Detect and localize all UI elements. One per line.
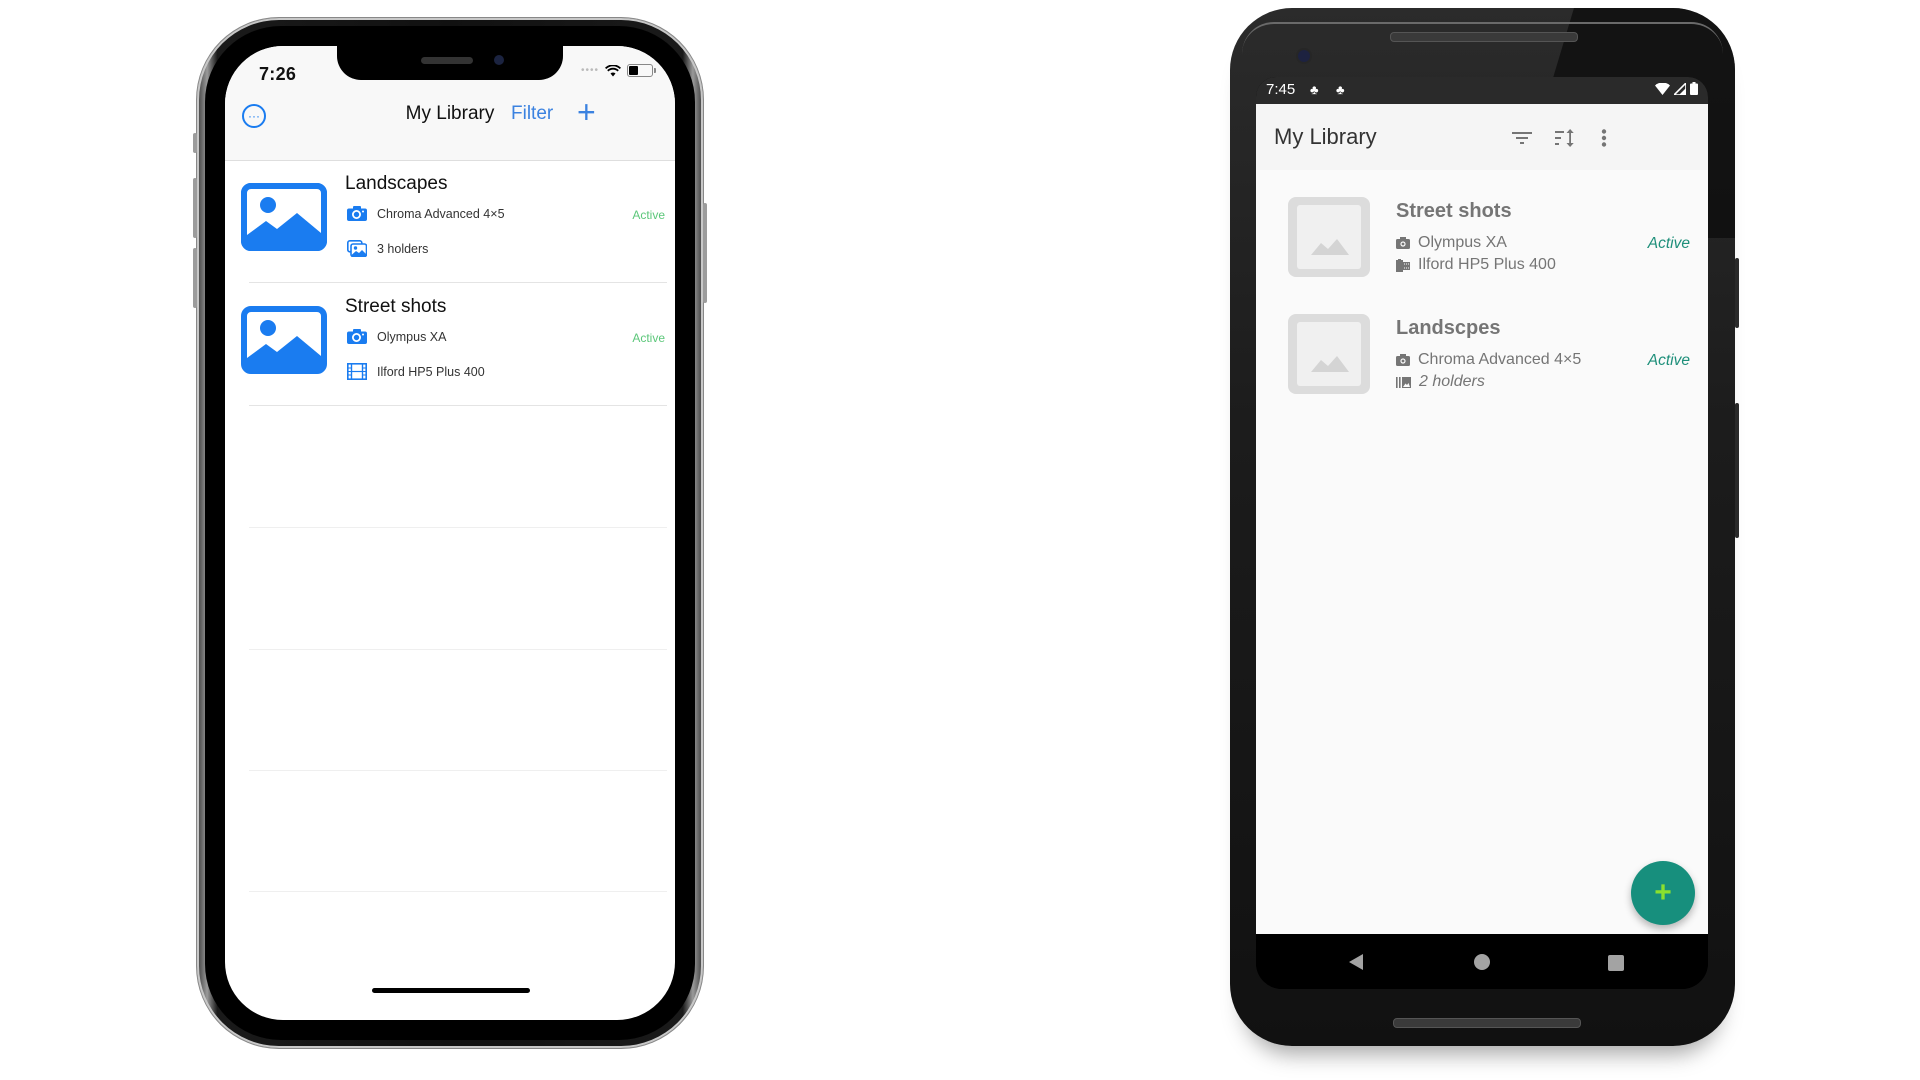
sort-icon [1555,129,1574,147]
android-navigation-bar [1256,934,1708,989]
back-button[interactable] [1349,954,1363,970]
item-title: Landscapes [345,173,448,194]
detail-line: 3 holders [347,240,428,257]
status-badge: Active [1647,235,1690,252]
home-indicator[interactable] [372,988,530,993]
page-title: My Library [405,103,495,124]
ios-screen: 7:26 •••• ··· My Library Filter + Landsc… [225,46,675,1020]
android-device: 7:45 ♣ ♣ My Library Street shots Olympus… [1230,8,1739,1046]
side-button [703,203,707,303]
android-status-bar: 7:45 ♣ ♣ [1256,77,1708,104]
detail-text: Ilford HP5 Plus 400 [1418,256,1556,273]
notification-icon: ♣ [1310,82,1319,97]
camera-line: Olympus XA [347,329,446,344]
notification-icon: ♣ [1336,82,1345,97]
android-screen: 7:45 ♣ ♣ My Library Street shots Olympus… [1256,77,1708,989]
ios-status-time: 7:26 [259,64,297,84]
iphone-device: 7:26 •••• ··· My Library Filter + Landsc… [193,18,707,1048]
empty-row-separator [249,649,667,650]
film-roll-icon [1396,258,1410,272]
camera-icon [1396,237,1410,249]
wifi-icon [605,64,621,76]
filter-button[interactable]: Filter [511,103,553,125]
overflow-menu-icon [1601,129,1607,147]
android-app: My Library Street shots Olympus XA Activ… [1256,104,1708,934]
android-status-icons [1655,82,1698,95]
image-placeholder [1288,197,1370,277]
item-title: Street shots [345,296,447,317]
camera-icon [1396,354,1410,366]
detail-text: 2 holders [1419,373,1485,390]
image-placeholder-icon [241,306,327,374]
status-badge: Active [1647,352,1690,369]
add-button[interactable]: + [577,96,596,128]
list-item[interactable]: Landscapes Chroma Advanced 4×5 Active 3 … [225,161,675,283]
detail-line: 2 holders [1396,373,1485,391]
detail-line: Ilford HP5 Plus 400 [347,363,485,380]
android-status-time: 7:45 [1266,81,1296,98]
camera-name: Olympus XA [377,329,447,344]
detail-text: 3 holders [377,241,429,256]
filter-button[interactable] [1508,124,1536,152]
empty-row-separator [249,527,667,528]
ios-status-icons: •••• [580,64,656,77]
volume-button [1735,403,1739,538]
status-badge: Active [632,331,665,345]
front-camera [494,55,504,65]
image-placeholder-icon [1311,356,1349,372]
battery-icon [1690,82,1698,95]
cell-signal-icon [1674,82,1686,95]
filter-icon [1512,132,1532,144]
list-item[interactable]: Street shots Olympus XA Active Ilford HP… [225,284,675,406]
image-placeholder [1288,314,1370,394]
front-camera [1298,50,1310,62]
power-button [1735,258,1739,328]
home-button[interactable] [1474,954,1490,970]
item-title: Landscpes [1396,317,1501,339]
image-placeholder-icon [241,183,327,251]
empty-row-separator [249,891,667,892]
item-title: Street shots [1396,200,1512,222]
film-icon [347,363,367,380]
sort-button[interactable] [1552,124,1580,152]
earpiece-speaker [421,57,473,64]
detail-line: Ilford HP5 Plus 400 [1396,256,1556,274]
signal-dots-icon: •••• [580,65,599,76]
overflow-menu-button[interactable] [1590,124,1618,152]
camera-name: Chroma Advanced 4×5 [1418,351,1582,368]
add-fab-button[interactable]: + [1631,861,1695,925]
page-title: My Library [1274,124,1377,149]
app-bar: My Library [1256,104,1708,170]
volume-down-button [193,248,197,308]
notch [337,46,563,80]
wifi-icon [1655,82,1670,95]
bottom-speaker [1393,1018,1581,1028]
camera-line: Olympus XA [1396,234,1507,252]
recents-button[interactable] [1608,955,1624,971]
list-item[interactable]: Landscpes Chroma Advanced 4×5 Active 2 h… [1256,297,1708,437]
image-placeholder-icon [1311,239,1349,255]
volume-up-button [193,178,197,238]
empty-row-separator [249,770,667,771]
detail-text: Ilford HP5 Plus 400 [377,364,485,379]
status-badge: Active [632,208,665,222]
camera-name: Chroma Advanced 4×5 [377,206,505,221]
camera-line: Chroma Advanced 4×5 [1396,351,1581,369]
camera-icon [347,329,367,344]
holders-icon [1396,376,1411,388]
camera-icon [347,206,367,221]
camera-name: Olympus XA [1418,234,1507,251]
battery-icon [627,64,656,77]
mute-switch [193,133,197,153]
ios-navigation-bar: 7:26 •••• ··· My Library Filter + [225,46,675,161]
plus-icon: + [1654,876,1672,909]
top-speaker [1390,32,1578,42]
row-separator [249,405,667,406]
row-separator [249,282,667,283]
camera-line: Chroma Advanced 4×5 [347,206,505,221]
photo-stack-icon [347,240,367,257]
